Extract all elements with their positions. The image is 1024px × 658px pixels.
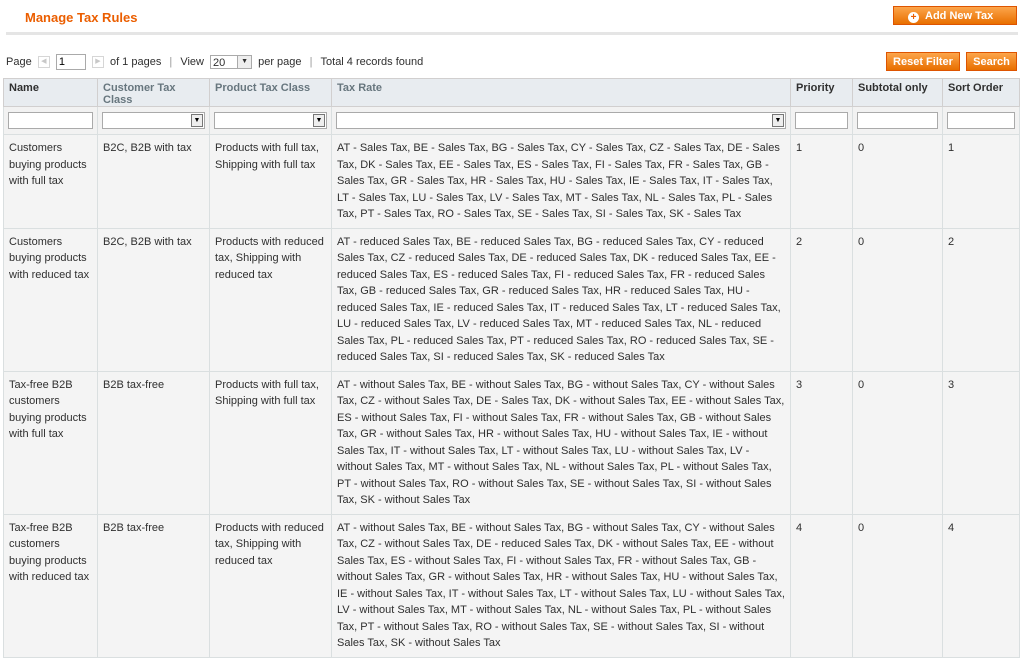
column-header-subtotal-only[interactable]: Subtotal only (852, 78, 943, 107)
name-filter-input[interactable] (8, 112, 93, 129)
table-row[interactable]: Tax-free B2B customers buying products w… (3, 513, 1020, 658)
total-records: Total 4 records found (320, 56, 424, 69)
page-title: Manage Tax Rules (25, 10, 138, 25)
cell-product-tax-class: Products with full tax, Shipping with fu… (209, 370, 332, 515)
add-new-tax-rule-button[interactable]: + Add New Tax Rule (893, 6, 1017, 41)
cell-subtotal-only: 0 (852, 370, 943, 515)
cell-subtotal-only: 0 (852, 227, 943, 372)
column-header-product-tax-class[interactable]: Product Tax Class (209, 78, 332, 107)
table-row[interactable]: Tax-free B2B customers buying products w… (3, 370, 1020, 515)
cell-tax-rate: AT - Sales Tax, BE - Sales Tax, BG - Sal… (331, 134, 791, 229)
cell-tax-rate: AT - reduced Sales Tax, BE - reduced Sal… (331, 227, 791, 372)
cell-name: Customers buying products with full tax (3, 134, 98, 229)
cell-customer-tax-class: B2B tax-free (97, 513, 210, 658)
cell-sort-order: 1 (942, 134, 1020, 229)
cell-customer-tax-class: B2C, B2B with tax (97, 134, 210, 229)
tax-rules-grid: Name Customer Tax Class Product Tax Clas… (3, 78, 1020, 658)
tax-rate-filter-select[interactable]: ▼ (336, 112, 786, 129)
cell-customer-tax-class: B2B tax-free (97, 370, 210, 515)
cell-customer-tax-class: B2C, B2B with tax (97, 227, 210, 372)
page-count: of 1 pages (109, 56, 162, 69)
grid-header-row: Name Customer Tax Class Product Tax Clas… (3, 78, 1020, 107)
cell-priority: 1 (790, 134, 853, 229)
reset-filter-button[interactable]: Reset Filter (886, 52, 960, 71)
pager-separator: | (169, 56, 173, 69)
cell-priority: 2 (790, 227, 853, 372)
title-divider (6, 32, 1018, 35)
cell-name: Customers buying products with reduced t… (3, 227, 98, 372)
cell-name: Tax-free B2B customers buying products w… (3, 513, 98, 658)
cell-tax-rate: AT - without Sales Tax, BE - without Sal… (331, 370, 791, 515)
cell-product-tax-class: Products with reduced tax, Shipping with… (209, 513, 332, 658)
page-number-input[interactable] (55, 54, 86, 71)
cell-tax-rate: AT - without Sales Tax, BE - without Sal… (331, 513, 791, 658)
chevron-down-icon: ▼ (772, 114, 784, 127)
plus-icon: + (908, 12, 919, 23)
cell-name: Tax-free B2B customers buying products w… (3, 370, 98, 515)
column-header-tax-rate[interactable]: Tax Rate (331, 78, 791, 107)
pager-separator: | (309, 56, 313, 69)
cell-subtotal-only: 0 (852, 513, 943, 658)
cell-product-tax-class: Products with reduced tax, Shipping with… (209, 227, 332, 372)
cell-subtotal-only: 0 (852, 134, 943, 229)
chevron-down-icon: ▼ (191, 114, 203, 127)
previous-page-icon[interactable]: ◀ (37, 56, 50, 69)
chevron-down-icon: ▼ (237, 56, 252, 69)
grid-filter-row: ▼ ▼ ▼ (3, 106, 1020, 135)
table-row[interactable]: Customers buying products with full tax … (3, 134, 1020, 229)
cell-sort-order: 3 (942, 370, 1020, 515)
per-page-value: 20 (213, 57, 226, 70)
priority-filter-input[interactable] (795, 112, 848, 129)
cell-product-tax-class: Products with full tax, Shipping with fu… (209, 134, 332, 229)
cell-sort-order: 2 (942, 227, 1020, 372)
customer-tax-class-filter-select[interactable]: ▼ (102, 112, 205, 129)
per-page-select[interactable]: 20 ▼ (210, 55, 253, 70)
chevron-down-icon: ▼ (313, 114, 325, 127)
next-page-icon[interactable]: ▶ (91, 56, 104, 69)
add-button-label: Add New Tax Rule (908, 10, 994, 41)
cell-sort-order: 4 (942, 513, 1020, 658)
table-row[interactable]: Customers buying products with reduced t… (3, 227, 1020, 372)
cell-priority: 4 (790, 513, 853, 658)
view-label: View (180, 56, 204, 69)
column-header-customer-tax-class[interactable]: Customer Tax Class (97, 78, 210, 107)
page-label: Page (6, 56, 32, 69)
pager: Page ◀ ▶ of 1 pages | View 20▼ per page … (6, 53, 423, 71)
cell-priority: 3 (790, 370, 853, 515)
per-page-label: per page (258, 56, 302, 69)
column-header-sort-order[interactable]: Sort Order (942, 78, 1020, 107)
sort-order-filter-input[interactable] (947, 112, 1015, 129)
subtotal-only-filter-input[interactable] (857, 112, 938, 129)
column-header-priority[interactable]: Priority (790, 78, 853, 107)
product-tax-class-filter-select[interactable]: ▼ (214, 112, 327, 129)
column-header-name[interactable]: Name (3, 78, 98, 107)
search-button[interactable]: Search (966, 52, 1017, 71)
